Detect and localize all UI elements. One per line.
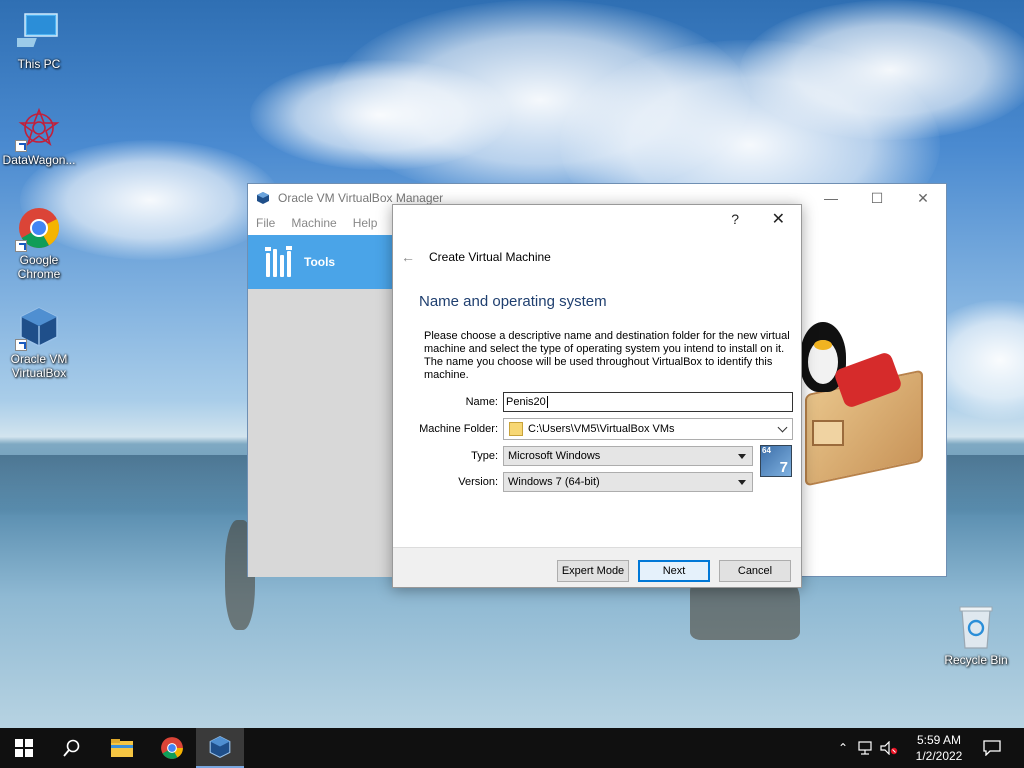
tools-item[interactable]: Tools bbox=[248, 235, 394, 289]
toolbox-screen bbox=[812, 420, 844, 446]
taskbar-clock[interactable]: 5:59 AM 1/2/2022 bbox=[900, 732, 978, 764]
shortcut-arrow-icon bbox=[15, 339, 27, 351]
virtualbox-icon bbox=[209, 736, 231, 758]
back-arrow-icon[interactable]: ← bbox=[401, 249, 415, 265]
clock-date: 1/2/2022 bbox=[915, 749, 963, 763]
cancel-button[interactable]: Cancel bbox=[719, 560, 791, 582]
type-value: Microsoft Windows bbox=[508, 450, 601, 462]
desktop-icon-datawagon[interactable]: DataWagon... bbox=[0, 106, 78, 167]
cloud bbox=[740, 0, 1024, 140]
text-caret bbox=[546, 396, 548, 409]
section-title: Name and operating system bbox=[419, 293, 607, 310]
close-button[interactable]: ✕ bbox=[900, 184, 946, 212]
desktop-icon-label: DataWagon... bbox=[2, 153, 76, 167]
recycle-bin-label: Recycle Bin bbox=[944, 653, 1008, 667]
desktop-icon-virtualbox[interactable]: Oracle VM VirtualBox bbox=[0, 305, 78, 380]
tools-icon bbox=[265, 246, 292, 277]
desktop-icon-label: Chrome bbox=[17, 267, 61, 281]
window-title: Oracle VM VirtualBox Manager bbox=[278, 191, 444, 205]
cloud bbox=[250, 60, 510, 170]
notification-icon bbox=[983, 740, 1001, 756]
dialog-close-button[interactable]: ✕ bbox=[772, 209, 785, 229]
folder-icon bbox=[111, 739, 133, 757]
dropdown-arrow-icon bbox=[738, 480, 746, 485]
windows-logo-icon bbox=[15, 739, 33, 757]
action-center-button[interactable] bbox=[968, 728, 1016, 768]
maximize-button[interactable]: ☐ bbox=[854, 184, 900, 212]
chevron-down-icon bbox=[777, 422, 788, 433]
desktop-icon-label: Google bbox=[19, 253, 59, 267]
virtualbox-icon bbox=[257, 192, 269, 204]
create-vm-dialog[interactable]: ? ✕ ← Create Virtual Machine Name and op… bbox=[392, 204, 802, 588]
network-icon[interactable] bbox=[858, 741, 874, 755]
os-bits-badge: 64 bbox=[762, 446, 771, 455]
computer-icon bbox=[7, 10, 61, 54]
description-text: Please choose a descriptive name and des… bbox=[424, 330, 790, 381]
menu-help[interactable]: Help bbox=[353, 216, 378, 230]
virtualbox-icon bbox=[15, 305, 61, 351]
next-button[interactable]: Next bbox=[638, 560, 710, 582]
version-select[interactable]: Windows 7 (64-bit) bbox=[503, 472, 753, 492]
desktop-icon-label: This PC bbox=[17, 57, 61, 71]
shortcut-arrow-icon bbox=[15, 240, 27, 252]
tux-beak bbox=[814, 340, 832, 350]
windows-7-os-icon: 64 7 bbox=[760, 445, 792, 477]
search-button[interactable] bbox=[48, 728, 96, 768]
dropdown-arrow-icon bbox=[738, 454, 746, 459]
datawagon-icon bbox=[15, 106, 61, 152]
shortcut-arrow-icon bbox=[15, 140, 27, 152]
help-button[interactable]: ? bbox=[731, 211, 739, 227]
chrome-icon bbox=[161, 737, 183, 759]
version-value: Windows 7 (64-bit) bbox=[508, 476, 600, 488]
taskbar-chrome[interactable] bbox=[148, 728, 196, 768]
dialog-title: Create Virtual Machine bbox=[429, 250, 551, 264]
start-button[interactable] bbox=[0, 728, 48, 768]
speaker-muted-icon[interactable] bbox=[880, 741, 898, 755]
window-controls: — ☐ ✕ bbox=[808, 184, 946, 212]
type-select[interactable]: Microsoft Windows bbox=[503, 446, 753, 466]
machine-folder-label: Machine Folder: bbox=[419, 423, 498, 435]
name-input[interactable]: Penis20 bbox=[503, 392, 793, 412]
desktop-icon-this-pc[interactable]: This PC bbox=[0, 10, 78, 71]
name-label: Name: bbox=[465, 396, 498, 408]
folder-icon bbox=[509, 422, 523, 436]
taskbar-file-explorer[interactable] bbox=[98, 728, 146, 768]
machine-folder-value: C:\Users\VM5\VirtualBox VMs bbox=[528, 423, 675, 435]
desktop-icon-recycle-bin[interactable]: Recycle Bin bbox=[942, 604, 1010, 667]
tools-label: Tools bbox=[304, 255, 336, 269]
menu-file[interactable]: File bbox=[256, 216, 275, 230]
clock-time: 5:59 AM bbox=[916, 733, 962, 747]
minimize-button[interactable]: — bbox=[808, 184, 854, 212]
system-tray: ⌃ bbox=[838, 728, 898, 768]
chrome-icon bbox=[15, 206, 61, 252]
machine-folder-select[interactable]: C:\Users\VM5\VirtualBox VMs bbox=[503, 418, 793, 440]
dialog-footer: Expert Mode Next Cancel bbox=[393, 547, 801, 587]
search-icon bbox=[63, 739, 80, 757]
expert-mode-button[interactable]: Expert Mode bbox=[557, 560, 629, 582]
version-label: Version: bbox=[458, 476, 498, 488]
show-hidden-icons-chevron-up-icon[interactable]: ⌃ bbox=[838, 741, 848, 755]
type-label: Type: bbox=[471, 450, 498, 462]
desktop-icon-label: Oracle VM bbox=[10, 352, 68, 366]
menu-machine[interactable]: Machine bbox=[291, 216, 336, 230]
desktop-icon-google-chrome[interactable]: Google Chrome bbox=[0, 206, 78, 281]
os-version-badge: 7 bbox=[779, 459, 788, 476]
desktop-icon-label: VirtualBox bbox=[11, 366, 67, 380]
name-value: Penis20 bbox=[506, 396, 546, 408]
recycle-bin-icon bbox=[959, 606, 993, 649]
dialog-header: ← Create Virtual Machine bbox=[401, 249, 551, 265]
taskbar-virtualbox[interactable] bbox=[196, 728, 244, 768]
taskbar: ⌃ 5:59 AM 1/2/2022 bbox=[0, 728, 1024, 768]
